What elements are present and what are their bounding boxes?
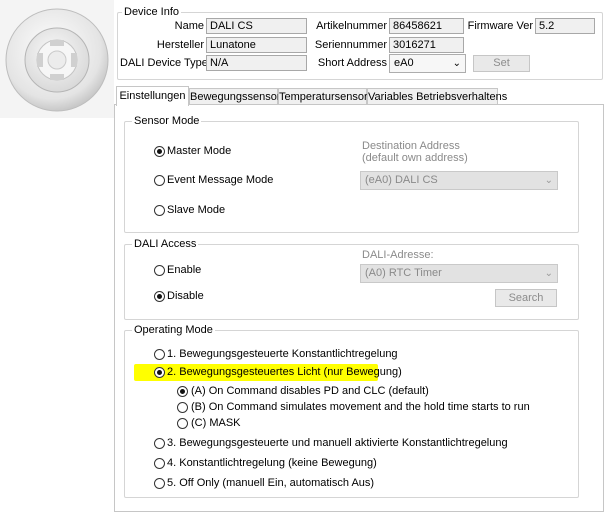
destination-address-hint: (default own address) <box>362 152 468 164</box>
hersteller-field: Lunatone <box>206 37 307 53</box>
sensor-mode-title: Sensor Mode <box>132 115 202 128</box>
operating-mode-1-radio[interactable] <box>154 349 165 360</box>
operating-mode-4-label[interactable]: 4. Konstantlichtregelung (keine Bewegung… <box>167 457 377 470</box>
dali-address-value: (A0) RTC Timer <box>365 267 442 279</box>
short-address-label: Short Address <box>317 57 387 69</box>
short-address-value: eA0 <box>394 57 414 69</box>
set-button[interactable]: Set <box>473 55 530 72</box>
tab-einstellungen[interactable]: Einstellungen <box>116 86 189 106</box>
operating-mode-2-label[interactable]: 2. Bewegungsgesteuertes Licht (nur Beweg… <box>167 366 402 379</box>
name-label: Name <box>174 20 204 32</box>
operating-mode-title: Operating Mode <box>132 324 215 337</box>
chevron-down-icon: ⌄ <box>544 175 553 186</box>
slave-mode-label[interactable]: Slave Mode <box>167 204 225 217</box>
sub-option-b-label[interactable]: (B) On Command simulates movement and th… <box>191 401 530 414</box>
operating-mode-5-label[interactable]: 5. Off Only (manuell Ein, automatisch Au… <box>167 477 374 490</box>
event-message-mode-label[interactable]: Event Message Mode <box>167 174 273 187</box>
artikelnummer-field: 86458621 <box>389 18 464 34</box>
destination-address-select[interactable]: (eA0) DALI CS ⌄ <box>360 171 558 190</box>
disable-radio[interactable] <box>154 291 165 302</box>
name-field: DALI CS <box>206 18 307 34</box>
operating-mode-5-radio[interactable] <box>154 478 165 489</box>
operating-mode-3-label[interactable]: 3. Bewegungsgesteuerte und manuell aktiv… <box>167 437 508 450</box>
tab-temperatursensor[interactable]: Temperatursensor <box>278 88 368 105</box>
chevron-down-icon: ⌄ <box>544 268 553 279</box>
master-mode-label[interactable]: Master Mode <box>167 145 231 158</box>
sub-option-a-radio[interactable] <box>177 386 188 397</box>
master-mode-radio[interactable] <box>154 146 165 157</box>
sub-option-c-radio[interactable] <box>177 418 188 429</box>
disable-label[interactable]: Disable <box>167 290 204 303</box>
device-image <box>0 0 114 118</box>
short-address-select[interactable]: eA0 ⌄ <box>389 54 466 73</box>
operating-mode-4-radio[interactable] <box>154 458 165 469</box>
slave-mode-radio[interactable] <box>154 205 165 216</box>
operating-mode-1-label[interactable]: 1. Bewegungsgesteuerte Konstantlichtrege… <box>167 348 398 361</box>
sub-option-b-radio[interactable] <box>177 402 188 413</box>
tab-bewegungssensor[interactable]: Bewegungssensor <box>189 88 281 105</box>
event-message-mode-radio[interactable] <box>154 175 165 186</box>
operating-mode-2-radio[interactable] <box>154 367 165 378</box>
sub-option-a-label[interactable]: (A) On Command disables PD and CLC (defa… <box>191 385 429 398</box>
seriennummer-label: Seriennummer <box>314 39 387 51</box>
motion-sensor-icon <box>5 8 109 112</box>
enable-label[interactable]: Enable <box>167 264 201 277</box>
chevron-down-icon: ⌄ <box>452 58 461 69</box>
artikelnummer-label: Artikelnummer <box>316 20 387 32</box>
hersteller-label: Hersteller <box>156 39 204 51</box>
dali-address-label: DALI-Adresse: <box>362 249 434 261</box>
firmware-label: Firmware Ver <box>467 20 533 32</box>
destination-address-value: (eA0) DALI CS <box>365 174 438 186</box>
sub-option-c-label[interactable]: (C) MASK <box>191 417 241 430</box>
operating-mode-3-radio[interactable] <box>154 438 165 449</box>
seriennummer-field: 3016271 <box>389 37 464 53</box>
dali-access-title: DALI Access <box>132 238 199 251</box>
dali-address-select[interactable]: (A0) RTC Timer ⌄ <box>360 264 558 283</box>
firmware-field: 5.2 <box>535 18 595 34</box>
device-info-title: Device Info <box>122 6 182 19</box>
device-type-label: DALI Device Type <box>120 57 208 69</box>
search-button[interactable]: Search <box>495 289 557 307</box>
device-type-field: N/A <box>206 55 307 71</box>
tab-variables-betriebsverhaltens[interactable]: Variables Betriebsverhaltens <box>367 88 507 105</box>
enable-radio[interactable] <box>154 265 165 276</box>
